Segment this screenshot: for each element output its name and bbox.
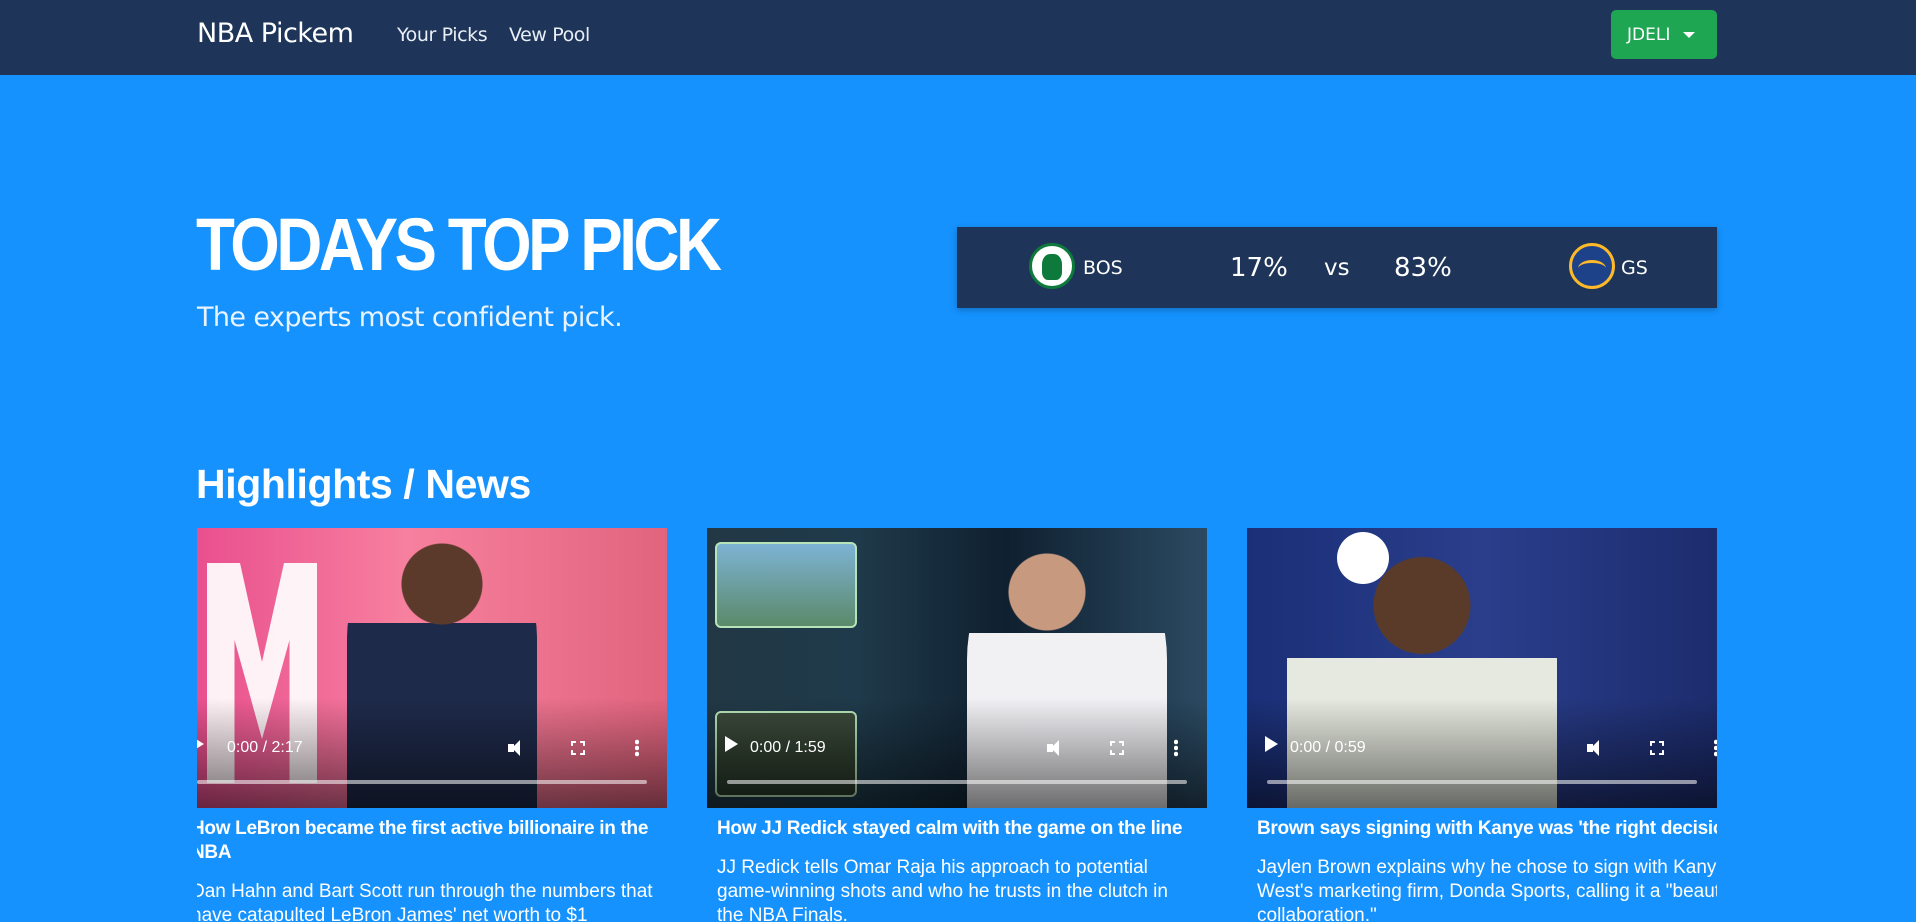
top-navbar: NBA Pickem Your Picks Vew Pool JDELI: [0, 0, 1916, 75]
home-team-pct: 17%: [1230, 253, 1288, 283]
volume-icon[interactable]: [508, 739, 526, 757]
news-card-title[interactable]: Brown says signing with Kanye was 'the r…: [1247, 817, 1717, 841]
brand-logo[interactable]: NBA Pickem: [197, 18, 354, 49]
hero-title: TODAYS TOP PICK: [196, 203, 722, 286]
more-options-icon[interactable]: [1714, 739, 1717, 757]
fullscreen-icon[interactable]: [1650, 741, 1664, 755]
video-time: 0:00 / 1:59: [750, 739, 826, 756]
play-icon[interactable]: [1265, 736, 1278, 752]
video-controls: 0:00 / 2:17: [197, 698, 667, 808]
news-card-description: JJ Redick tells Omar Raja his approach t…: [717, 856, 1168, 922]
away-team-pct: 83%: [1394, 253, 1452, 283]
celtics-logo-icon: [1029, 243, 1075, 289]
news-card-description: Jaylen Brown explains why he chose to si…: [1257, 856, 1717, 922]
more-options-icon[interactable]: [635, 739, 639, 757]
volume-icon[interactable]: [1047, 739, 1065, 757]
video-progress-bar[interactable]: [197, 780, 647, 784]
video-progress-bar[interactable]: [727, 780, 1187, 784]
home-team-abbr: BOS: [1083, 257, 1123, 279]
video-controls: 0:00 / 1:59: [707, 698, 1207, 808]
news-card: 0:00 / 2:17 How LeBron became the first …: [197, 528, 667, 922]
news-card-title[interactable]: How LeBron became the first active billi…: [197, 817, 667, 865]
highlights-title: Highlights / News: [196, 461, 531, 507]
video-player[interactable]: 0:00 / 1:59: [707, 528, 1207, 808]
away-team-abbr: GS: [1621, 257, 1648, 279]
video-controls: 0:00 / 0:59: [1247, 698, 1717, 808]
video-time: 0:00 / 0:59: [1290, 739, 1366, 756]
video-player[interactable]: 0:00 / 0:59: [1247, 528, 1717, 808]
play-icon[interactable]: [197, 736, 204, 752]
nav-view-pool[interactable]: Vew Pool: [509, 24, 590, 46]
warriors-logo-icon: [1569, 243, 1615, 289]
news-card: 0:00 / 1:59 How JJ Redick stayed calm wi…: [707, 528, 1207, 922]
hero-subtitle: The experts most confident pick.: [197, 302, 623, 333]
news-card: 0:00 / 0:59 Brown says signing with Kany…: [1247, 528, 1717, 922]
play-icon[interactable]: [725, 736, 738, 752]
volume-icon[interactable]: [1587, 739, 1605, 757]
user-menu-label: JDELI: [1627, 24, 1671, 45]
nav-your-picks[interactable]: Your Picks: [397, 24, 488, 46]
vs-label: vs: [1324, 255, 1350, 281]
more-options-icon[interactable]: [1174, 739, 1178, 757]
fullscreen-icon[interactable]: [571, 741, 585, 755]
video-player[interactable]: 0:00 / 2:17: [197, 528, 667, 808]
video-time: 0:00 / 2:17: [227, 739, 303, 756]
news-card-title[interactable]: How JJ Redick stayed calm with the game …: [707, 817, 1207, 841]
top-pick-matchup[interactable]: BOS 17% vs 83% GS: [957, 227, 1717, 308]
video-progress-bar[interactable]: [1267, 780, 1697, 784]
caret-down-icon: [1683, 32, 1695, 38]
user-menu-button[interactable]: JDELI: [1611, 10, 1717, 59]
fullscreen-icon[interactable]: [1110, 741, 1124, 755]
news-card-description: Dan Hahn and Bart Scott run through the …: [197, 880, 653, 922]
